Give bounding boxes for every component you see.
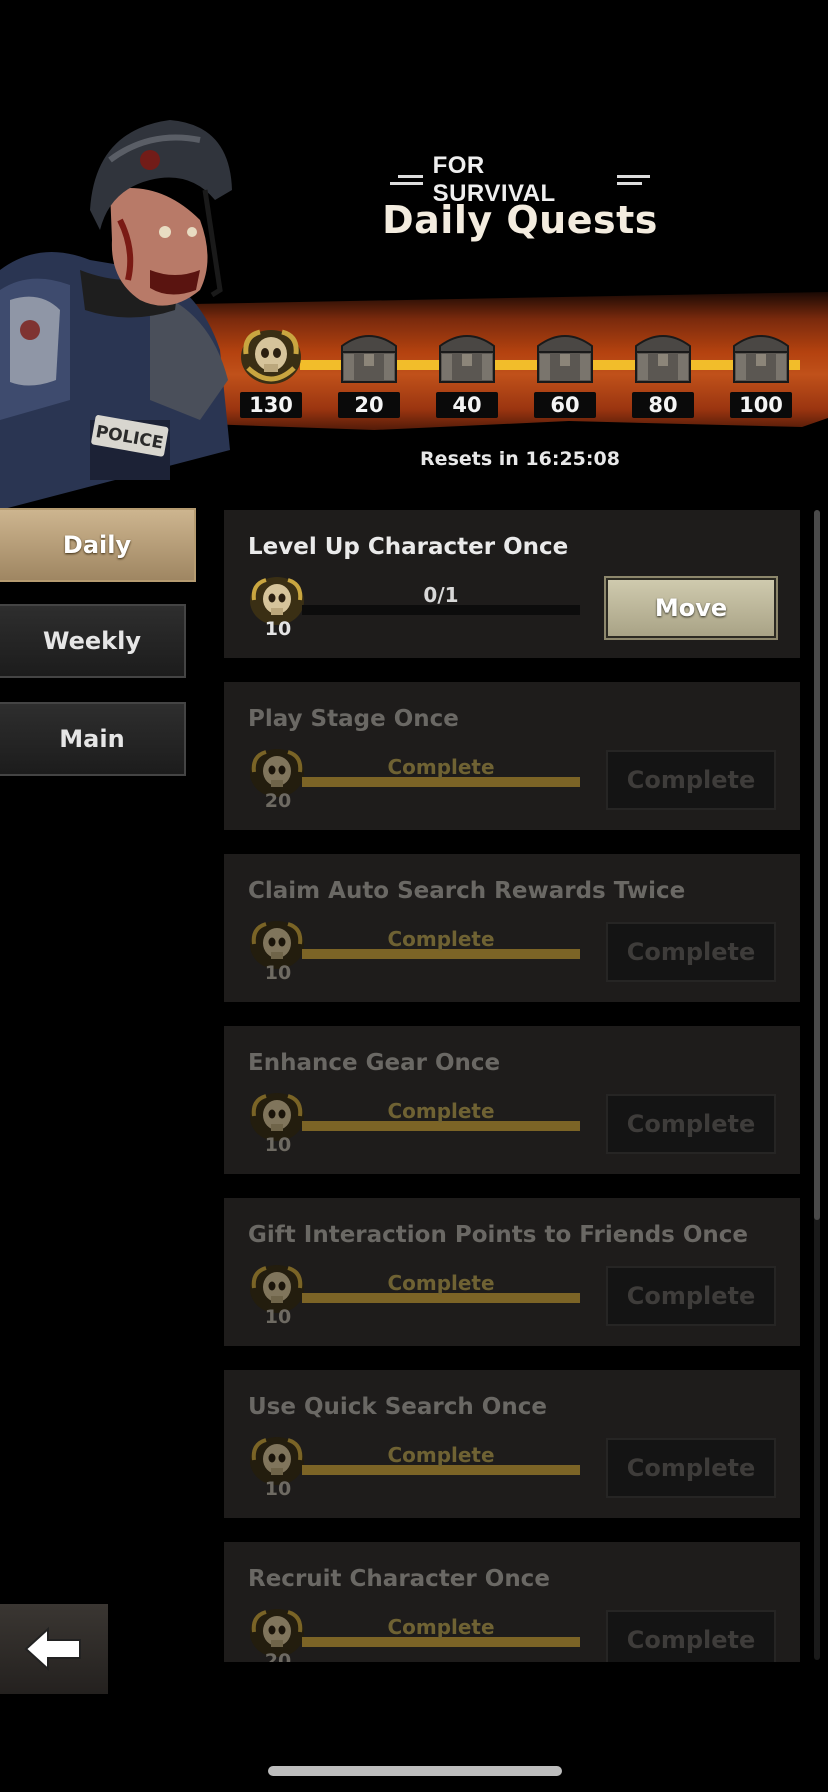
reward-chest[interactable]: 20	[330, 318, 408, 418]
reward-skull-medal: 130	[232, 318, 310, 418]
scrollbar-thumb[interactable]	[814, 510, 820, 1220]
quest-points: 10	[264, 962, 292, 984]
complete-button: Complete	[606, 1266, 776, 1326]
reward-chest[interactable]: 80	[624, 318, 702, 418]
quest-points: 20	[264, 790, 292, 812]
tab-daily[interactable]: Daily	[0, 508, 196, 582]
quest-name: Recruit Character Once	[248, 1566, 550, 1592]
skull-medal-icon	[241, 329, 301, 384]
tab-weekly[interactable]: Weekly	[0, 604, 186, 678]
complete-button: Complete	[606, 1438, 776, 1498]
quest-card: Claim Auto Search Rewards Twice Complete…	[224, 854, 800, 1002]
quest-name: Play Stage Once	[248, 706, 459, 732]
quest-name: Enhance Gear Once	[248, 1050, 501, 1076]
reward-chest[interactable]: 40	[428, 318, 506, 418]
quest-points: 10	[264, 1134, 292, 1156]
complete-button: Complete	[606, 1610, 776, 1662]
chest-icon	[537, 335, 593, 383]
quest-card: Gift Interaction Points to Friends Once …	[224, 1198, 800, 1346]
quest-progress-text: 0/1	[423, 583, 459, 607]
tab-main[interactable]: Main	[0, 702, 186, 776]
chest-icon	[733, 335, 789, 383]
quest-progress-text: Complete	[387, 1099, 495, 1123]
quest-progress-text: Complete	[387, 1615, 495, 1639]
decor-lines-right-icon	[617, 174, 650, 186]
complete-button: Complete	[606, 922, 776, 982]
quest-name: Use Quick Search Once	[248, 1394, 547, 1420]
quest-card: Use Quick Search Once Complete 10 Comple…	[224, 1370, 800, 1518]
quest-name: Gift Interaction Points to Friends Once	[248, 1222, 749, 1248]
zombie-police-character-image: POLICE	[0, 120, 232, 510]
page-title: Daily Quests	[382, 198, 658, 242]
reward-value: 60	[534, 392, 596, 418]
quest-name: Level Up Character Once	[248, 534, 569, 560]
reward-chest[interactable]: 100	[722, 318, 800, 418]
decor-lines-left-icon	[390, 174, 423, 186]
reward-value: 100	[730, 392, 792, 418]
quest-points: 10	[264, 618, 292, 640]
reset-timer: Resets in 16:25:08	[420, 448, 620, 470]
chest-icon	[635, 335, 691, 383]
quest-name: Claim Auto Search Rewards Twice	[248, 878, 686, 904]
quest-progress-text: Complete	[387, 1443, 495, 1467]
chest-icon	[439, 335, 495, 383]
reward-chest[interactable]: 60	[526, 318, 604, 418]
quest-card: Enhance Gear Once Complete 10 Complete	[224, 1026, 800, 1174]
quest-card: Play Stage Once Complete 20 Complete	[224, 682, 800, 830]
quest-card: Level Up Character Once 0/1 10 Move	[224, 510, 800, 658]
complete-button: Complete	[606, 750, 776, 810]
reward-value: 130	[240, 392, 302, 418]
quest-progress-text: Complete	[387, 927, 495, 951]
quest-points: 10	[264, 1478, 292, 1500]
complete-button: Complete	[606, 1094, 776, 1154]
quest-card: Recruit Character Once Complete 20 Compl…	[224, 1542, 800, 1662]
quest-list[interactable]: Level Up Character Once 0/1 10 Move Play…	[224, 510, 800, 1662]
move-button[interactable]: Move	[604, 576, 778, 640]
reward-value: 40	[436, 392, 498, 418]
quest-progress-text: Complete	[387, 1271, 495, 1295]
quest-points: 10	[264, 1306, 292, 1328]
reward-value: 80	[632, 392, 694, 418]
arrow-left-icon	[24, 1626, 81, 1672]
back-button[interactable]	[0, 1604, 108, 1694]
chest-icon	[341, 335, 397, 383]
quest-points: 20	[264, 1650, 292, 1662]
home-indicator[interactable]	[268, 1766, 562, 1776]
reward-value: 20	[338, 392, 400, 418]
quest-progress-text: Complete	[387, 755, 495, 779]
